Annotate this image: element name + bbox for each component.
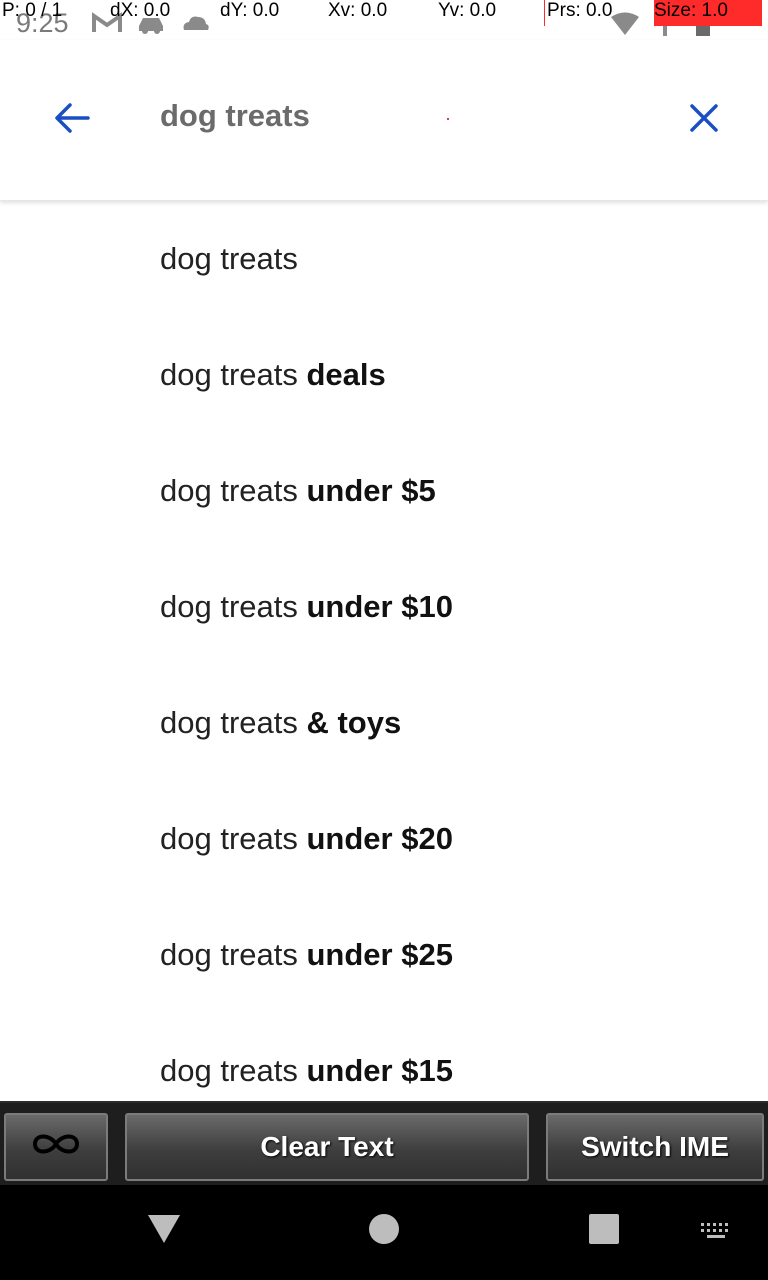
circle-icon [368, 1213, 400, 1250]
suggestion-item[interactable]: dog treats under $5 [0, 433, 768, 549]
suggestion-base: dog treats [160, 241, 298, 276]
close-icon [689, 103, 719, 138]
wifi-icon [610, 12, 640, 41]
suggestion-text: dog treats under $20 [160, 821, 453, 857]
keyboard-icon [699, 1220, 733, 1245]
navigation-bar [0, 1185, 768, 1280]
home-nav-button[interactable] [362, 1209, 406, 1253]
suggestion-item[interactable]: dog treats under $20 [0, 781, 768, 897]
debug-pressure: Prs: 0.0 [544, 0, 612, 26]
search-header: dog treats [0, 40, 768, 201]
suggestion-text: dog treats deals [160, 357, 386, 393]
suggestion-text: dog treats under $25 [160, 937, 453, 973]
suggestion-base: dog treats [160, 821, 307, 856]
status-bar: 9:25 P: 0 / 1 dX: 0.0 dY: 0.0 Xv: 0.0 Yv… [0, 0, 768, 40]
cursor-dot [447, 118, 449, 120]
suggestion-base: dog treats [160, 589, 307, 624]
clear-search-button[interactable] [672, 88, 736, 152]
infinity-icon [31, 1131, 81, 1164]
suggestion-base: dog treats [160, 705, 307, 740]
cloud-icon [180, 12, 210, 39]
infinity-button[interactable] [4, 1113, 108, 1181]
ime-toolbar: Clear Text Switch IME [0, 1101, 768, 1187]
keyboard-nav-button[interactable] [694, 1217, 738, 1247]
switch-ime-button[interactable]: Switch IME [546, 1113, 764, 1181]
suggestion-item[interactable]: dog treats under $10 [0, 549, 768, 665]
recents-nav-button[interactable] [582, 1209, 626, 1253]
suggestion-completion: under $5 [306, 473, 436, 508]
debug-dy: dY: 0.0 [220, 0, 280, 21]
suggestion-completion: under $15 [306, 1053, 453, 1088]
suggestion-item[interactable]: dog treats [0, 201, 768, 317]
suggestion-item[interactable]: dog treats & toys [0, 665, 768, 781]
square-icon [589, 1213, 619, 1249]
clear-text-button[interactable]: Clear Text [125, 1113, 529, 1181]
debug-dx: dX: 0.0 [110, 0, 171, 21]
debug-pointer: P: 0 / 1 [2, 0, 63, 21]
suggestion-text: dog treats & toys [160, 705, 401, 741]
back-nav-button[interactable] [140, 1211, 188, 1251]
triangle-down-icon [147, 1214, 181, 1249]
suggestion-completion: under $10 [306, 589, 453, 624]
debug-size: Size: 1.0 [654, 0, 762, 26]
suggestion-base: dog treats [160, 473, 307, 508]
suggestion-list: dog treats dog treats deals dog treats u… [0, 201, 768, 1101]
suggestion-completion: under $20 [306, 821, 453, 856]
suggestion-completion: & toys [306, 705, 402, 740]
suggestion-text: dog treats under $10 [160, 589, 453, 625]
suggestion-completion: deals [306, 357, 386, 392]
suggestion-base: dog treats [160, 1053, 307, 1088]
suggestion-item[interactable]: dog treats under $15 [0, 1013, 768, 1101]
arrow-left-icon [54, 102, 90, 139]
debug-yv: Yv: 0.0 [438, 0, 497, 21]
suggestion-item[interactable]: dog treats under $25 [0, 897, 768, 1013]
suggestion-item[interactable]: dog treats deals [0, 317, 768, 433]
suggestion-text: dog treats under $15 [160, 1053, 453, 1089]
debug-xv: Xv: 0.0 [328, 0, 388, 21]
suggestion-base: dog treats [160, 937, 307, 972]
search-input[interactable]: dog treats [160, 98, 310, 134]
suggestion-completion: under $25 [306, 937, 453, 972]
back-button[interactable] [40, 92, 104, 148]
suggestion-base: dog treats [160, 357, 307, 392]
suggestion-text: dog treats [160, 241, 298, 277]
suggestion-text: dog treats under $5 [160, 473, 436, 509]
